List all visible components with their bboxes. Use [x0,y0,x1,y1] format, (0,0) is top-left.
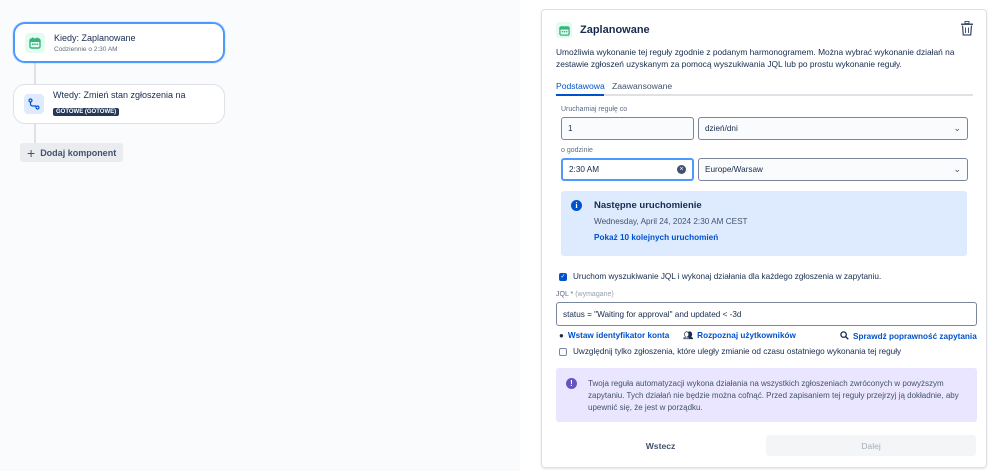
show-more-runs-link[interactable]: Pokaż 10 kolejnych uruchomień [594,233,718,242]
info-icon: i [571,200,582,211]
back-button[interactable]: Wstecz [556,435,765,456]
tab-basic[interactable]: Podstawowa [556,81,605,91]
validate-query-button[interactable]: Sprawdź poprawność zapytania [840,331,977,342]
trash-icon[interactable] [960,21,974,41]
panel-description: Umożliwia wykonanie tej reguły zgodnie z… [556,47,955,69]
tabs-divider [556,94,973,96]
next-run-heading: Następne uruchomienie [594,200,702,211]
calendar-icon [25,32,45,53]
run-every-label: Uruchamiaj regułę co [561,106,628,113]
users-icon: 👥︎ [683,331,694,340]
clear-icon[interactable]: × [677,165,686,174]
warning-panel: ! Twoja reguła automatyzacji wykona dzia… [556,368,977,422]
rule-flow-canvas: Kiedy: Zaplanowane Codziennie o 2:30 AM … [0,0,520,471]
jql-search-checkbox[interactable]: ✓ [559,273,567,281]
transition-icon [24,94,44,114]
active-tab-indicator [556,94,604,96]
interval-unit-select[interactable]: dzień/dni ⌄ [698,117,968,140]
chevron-down-icon: ⌄ [953,164,961,174]
search-icon [840,331,849,342]
time-input[interactable]: 2:30 AM × [561,158,694,181]
jql-input[interactable]: status = "Waiting for approval" and upda… [556,302,977,326]
user-icon: ● [559,331,564,340]
flow-connector [34,63,36,84]
trigger-title: Kiedy: Zaplanowane [54,32,136,43]
action-title: Wtedy: Zmień stan zgłoszenia na [53,90,186,100]
trigger-config-panel: Zaplanowane Umożliwia wykonanie tej regu… [541,9,987,468]
warning-text: Twoja reguła automatyzacji wykona działa… [588,379,959,412]
add-component-button[interactable]: + Dodaj komponent [20,143,124,162]
add-component-label: Dodaj komponent [40,147,117,158]
jql-label: JQL * (wymagane) [556,291,614,298]
flow-connector [34,124,36,143]
status-lozenge: GOTOWE (GOTOWE) [53,108,120,116]
next-run-panel: i Następne uruchomienie Wednesday, April… [561,191,967,256]
panel-title: Zaplanowane [580,24,650,36]
timezone-select[interactable]: Europe/Warsaw ⌄ [698,158,968,181]
tab-advanced[interactable]: Zaawansowane [612,81,672,91]
time-label: o godzinie [561,147,593,154]
insert-account-id-button[interactable]: ● Wstaw identyfikator konta [559,331,669,340]
warning-icon: ! [566,378,577,389]
next-button[interactable]: Dalej [766,435,976,456]
plus-icon: + [27,144,36,161]
changed-only-checkbox-label: Uwzględnij tylko zgłoszenia, które uległ… [573,347,902,356]
trigger-node[interactable]: Kiedy: Zaplanowane Codziennie o 2:30 AM [13,22,225,63]
next-run-date: Wednesday, April 24, 2024 2:30 AM CEST [594,217,748,226]
run-every-input[interactable]: 1 [561,117,694,140]
find-users-button[interactable]: 👥︎ Rozpoznaj użytkowników [683,331,796,340]
chevron-down-icon: ⌄ [953,123,961,133]
jql-search-checkbox-label: Uruchom wyszukiwanie JQL i wykonaj dział… [573,272,882,281]
changed-only-checkbox[interactable] [559,348,567,356]
calendar-icon [556,22,572,38]
action-node[interactable]: Wtedy: Zmień stan zgłoszenia na GOTOWE (… [13,84,225,124]
trigger-subtitle: Codziennie o 2:30 AM [54,45,118,53]
